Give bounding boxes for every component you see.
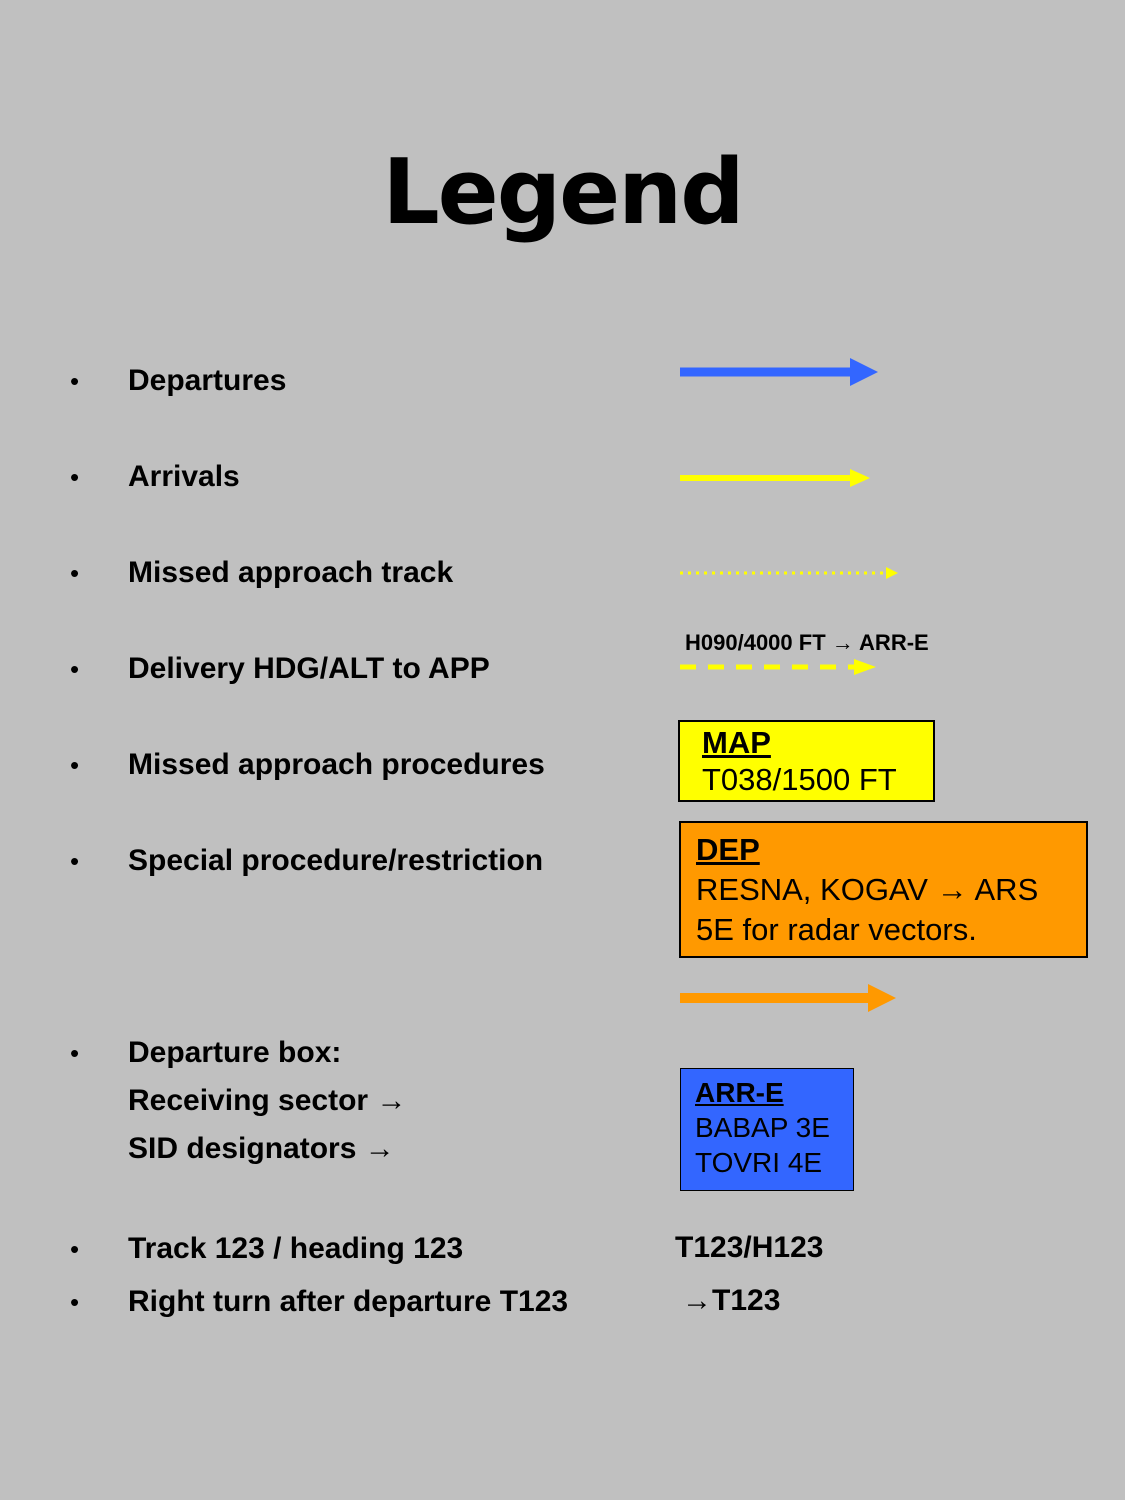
arr-box-line1: BABAP 3E (695, 1112, 830, 1143)
legend-label-special-procedure: Special procedure/restriction (128, 844, 544, 877)
map-box-line: T038/1500 FT (702, 762, 897, 797)
dep-restriction-box: DEP RESNA, KOGAV → ARS 5E for radar vect… (679, 821, 1088, 958)
bullet: • (70, 558, 80, 588)
legend-label-sid-designators: SID designators → (128, 1132, 395, 1165)
map-box: MAP T038/1500 FT (678, 720, 935, 802)
legend-label-missed-approach-procedures: Missed approach procedures (128, 748, 545, 781)
bullet: • (70, 846, 80, 876)
bullet: • (70, 1287, 80, 1317)
departure-arrow-icon (680, 358, 878, 386)
special-procedure-arrow-icon (680, 984, 896, 1012)
legend-label-track-heading: Track 123 / heading 123 (128, 1232, 464, 1265)
map-box-title: MAP (702, 725, 771, 760)
track-heading-code: T123/H123 (675, 1231, 824, 1264)
page-title: Legend (382, 140, 744, 245)
right-turn-code: →T123 (682, 1284, 781, 1317)
dep-box-line2: 5E for radar vectors. (696, 912, 977, 947)
bullet: • (70, 654, 80, 684)
legend-label-delivery: Delivery HDG/ALT to APP (128, 652, 490, 685)
legend-label-departures: Departures (128, 364, 287, 397)
bullet: • (70, 366, 80, 396)
delivery-example-label: H090/4000 FT → ARR-E (685, 630, 929, 655)
legend-label-right-turn: Right turn after departure T123 (128, 1285, 569, 1318)
legend-label-departure-box: Departure box: (128, 1036, 342, 1069)
bullet: • (70, 462, 80, 492)
legend-label-receiving-sector: Receiving sector → (128, 1084, 407, 1117)
bullet: • (70, 1038, 80, 1068)
bullet: • (70, 750, 80, 780)
arr-box-line2: TOVRI 4E (695, 1147, 823, 1178)
dep-box-title: DEP (696, 832, 760, 867)
arr-box-title: ARR-E (695, 1077, 784, 1108)
missed-approach-dotted-arrow-icon (680, 567, 898, 579)
arr-e-departure-box: ARR-E BABAP 3E TOVRI 4E (680, 1068, 854, 1191)
legend-label-missed-approach-track: Missed approach track (128, 556, 454, 589)
dep-box-line1: RESNA, KOGAV → ARS (696, 872, 1039, 907)
bullet: • (70, 1234, 80, 1264)
legend-label-arrivals: Arrivals (128, 460, 240, 493)
arrival-arrow-icon (680, 469, 870, 487)
delivery-dashed-arrow-icon (680, 659, 876, 675)
